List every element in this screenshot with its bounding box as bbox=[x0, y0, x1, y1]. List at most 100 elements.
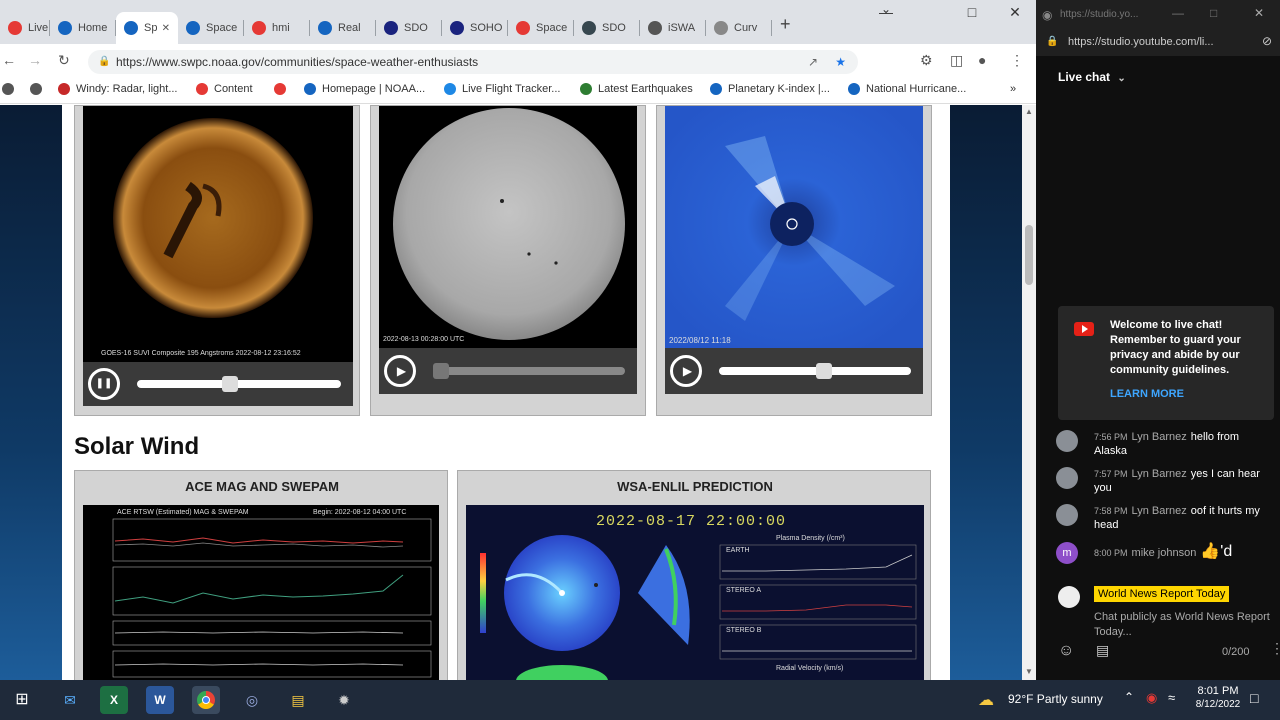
bookmark-item[interactable]: Homepage | NOAA... bbox=[304, 83, 425, 95]
lasco-panel: 2022/08/12 11:18 ▶ bbox=[656, 105, 932, 416]
tab-2[interactable]: Sp ✕ bbox=[116, 12, 178, 44]
tab-favicon-icon bbox=[450, 21, 464, 35]
lasco-slider-thumb[interactable] bbox=[815, 363, 832, 379]
bookmark-item[interactable] bbox=[274, 83, 292, 95]
enlil-panel[interactable]: WSA-ENLIL PREDICTION 2022-08-17 22:00:00 bbox=[457, 470, 931, 680]
tab-0[interactable]: Live bbox=[0, 12, 50, 44]
back-icon[interactable]: ← bbox=[2, 52, 16, 68]
ace-panel[interactable]: ACE MAG AND SWEPAM ACE RTSW (Estimated) … bbox=[74, 470, 448, 680]
bookmark-star-icon[interactable]: ★ bbox=[835, 50, 846, 74]
bookmark-item[interactable]: Content bbox=[196, 83, 253, 95]
poll-icon[interactable]: ▤ bbox=[1096, 642, 1109, 659]
tab-search-icon[interactable]: ⌄ bbox=[866, 2, 906, 16]
bookmark-globe-icon[interactable] bbox=[30, 83, 48, 95]
tab-5[interactable]: Real bbox=[310, 12, 376, 44]
chrome-icon[interactable] bbox=[192, 686, 220, 714]
obs-icon[interactable]: ✹ bbox=[330, 686, 358, 714]
bookmark-item[interactable]: National Hurricane... bbox=[848, 83, 966, 95]
clock[interactable]: 8:01 PM 8/12/2022 bbox=[1192, 685, 1244, 710]
tab-favicon-icon bbox=[714, 21, 728, 35]
live-chat-header[interactable]: Live chat ⌄ bbox=[1058, 70, 1126, 84]
maximize-button[interactable]: □ bbox=[952, 4, 992, 20]
message-author[interactable]: Lyn Barnez bbox=[1132, 431, 1187, 443]
word-icon[interactable]: W bbox=[146, 686, 174, 714]
wifi-icon[interactable]: ≈ bbox=[1168, 690, 1175, 705]
emoji-icon[interactable]: ☺ bbox=[1058, 642, 1074, 660]
page-viewport: GOES-16 SUVI Composite 195 Angstroms 202… bbox=[0, 105, 1022, 680]
tab-7[interactable]: SOHO bbox=[442, 12, 508, 44]
new-tab-button[interactable]: + bbox=[780, 14, 791, 35]
scroll-down-icon[interactable]: ▼ bbox=[1025, 667, 1033, 676]
reload-icon[interactable]: ↻ bbox=[58, 52, 70, 69]
learn-more-link[interactable]: LEARN MORE bbox=[1110, 388, 1184, 400]
bookmark-label: National Hurricane... bbox=[866, 83, 967, 95]
mail-icon[interactable]: ✉ bbox=[56, 686, 84, 714]
bookmark-item[interactable]: Live Flight Tracker... bbox=[444, 83, 560, 95]
share-icon[interactable]: ↗ bbox=[808, 50, 818, 74]
lasco-slider-track[interactable] bbox=[719, 363, 911, 379]
chat-minimize-button[interactable]: — bbox=[1172, 6, 1184, 20]
hmi-slider-thumb[interactable] bbox=[433, 363, 449, 379]
enlil-graph bbox=[480, 535, 917, 680]
tab-1[interactable]: Home bbox=[50, 12, 116, 44]
play-button[interactable]: ▶ bbox=[384, 355, 416, 387]
close-tab-icon[interactable]: ✕ bbox=[162, 23, 170, 34]
channel-name-badge: World News Report Today bbox=[1094, 586, 1230, 602]
forward-icon[interactable]: → bbox=[28, 52, 42, 68]
profile-icon[interactable]: ● bbox=[978, 52, 986, 68]
tab-title: hmi bbox=[272, 22, 290, 34]
tray-app-icon[interactable]: ◉ bbox=[1146, 690, 1157, 706]
sun-white-light-image bbox=[393, 108, 625, 340]
tab-title: Real bbox=[338, 22, 361, 34]
chat-input[interactable]: Chat publicly as World News Report Today… bbox=[1094, 610, 1276, 640]
tab-9[interactable]: SDO bbox=[574, 12, 640, 44]
weather-icon[interactable]: ☁ bbox=[978, 690, 994, 710]
scroll-thumb[interactable] bbox=[1025, 225, 1033, 285]
notifications-icon[interactable]: □ bbox=[1250, 690, 1258, 706]
bookmarks-overflow-button[interactable]: » bbox=[1010, 83, 1016, 95]
hmi-slider-track[interactable] bbox=[433, 363, 625, 379]
excel-icon[interactable]: X bbox=[100, 686, 128, 714]
message-author[interactable]: mike johnson bbox=[1132, 547, 1197, 559]
pause-button[interactable]: ❚❚ bbox=[88, 368, 120, 400]
bookmark-globe-icon[interactable] bbox=[2, 83, 20, 95]
tab-3[interactable]: Space bbox=[178, 12, 244, 44]
hide-icon[interactable]: ⊘ bbox=[1262, 34, 1272, 48]
weather-text[interactable]: 92°F Partly sunny bbox=[1008, 692, 1103, 706]
chat-titlebar: ◉ https://studio.yo... — □ ✕ bbox=[1036, 0, 1280, 30]
suvi-image: GOES-16 SUVI Composite 195 Angstroms 202… bbox=[83, 106, 353, 362]
bookmark-item[interactable]: Planetary K-index |... bbox=[710, 83, 830, 95]
address-bar[interactable]: 🔒 https://www.swpc.noaa.gov/communities/… bbox=[88, 50, 858, 74]
tab-title: iSWA bbox=[668, 22, 696, 34]
clock-date: 8/12/2022 bbox=[1195, 699, 1241, 710]
tab-6[interactable]: SDO bbox=[376, 12, 442, 44]
file-explorer-icon[interactable]: ▤ bbox=[284, 686, 312, 714]
message-author[interactable]: Lyn Barnez bbox=[1132, 468, 1187, 480]
cortana-icon[interactable]: ◎ bbox=[238, 686, 266, 714]
side-panel-icon[interactable]: ◫ bbox=[950, 52, 963, 69]
tab-11[interactable]: Curv bbox=[706, 12, 772, 44]
tab-favicon-icon bbox=[124, 21, 138, 35]
extensions-icon[interactable]: ⚙ bbox=[920, 52, 933, 69]
page-scrollbar[interactable]: ▲ ▼ bbox=[1022, 105, 1036, 680]
bookmark-item[interactable]: Latest Earthquakes bbox=[580, 83, 693, 95]
start-icon[interactable]: ⊞ bbox=[8, 686, 36, 714]
scroll-up-icon[interactable]: ▲ bbox=[1025, 107, 1033, 116]
chat-close-button[interactable]: ✕ bbox=[1254, 6, 1264, 20]
tab-4[interactable]: hmi bbox=[244, 12, 310, 44]
play-button[interactable]: ▶ bbox=[670, 355, 702, 387]
suvi-slider-thumb[interactable] bbox=[221, 376, 238, 392]
tab-10[interactable]: iSWA bbox=[640, 12, 706, 44]
tray-chevron-icon[interactable]: ⌃ bbox=[1124, 690, 1134, 704]
close-window-button[interactable]: ✕ bbox=[995, 4, 1035, 21]
chat-maximize-button[interactable]: □ bbox=[1210, 6, 1217, 20]
message-author[interactable]: Lyn Barnez bbox=[1132, 505, 1187, 517]
tab-title: SDO bbox=[602, 22, 626, 34]
bookmark-item[interactable]: Windy: Radar, light... bbox=[58, 83, 178, 95]
tab-favicon-icon bbox=[252, 21, 266, 35]
menu-icon[interactable]: ⋮ bbox=[1010, 52, 1024, 69]
tab-8[interactable]: Space bbox=[508, 12, 574, 44]
suvi-slider-track[interactable] bbox=[137, 376, 341, 392]
send-icon[interactable]: ⋮ bbox=[1270, 640, 1280, 657]
page-content: GOES-16 SUVI Composite 195 Angstroms 202… bbox=[62, 105, 950, 680]
